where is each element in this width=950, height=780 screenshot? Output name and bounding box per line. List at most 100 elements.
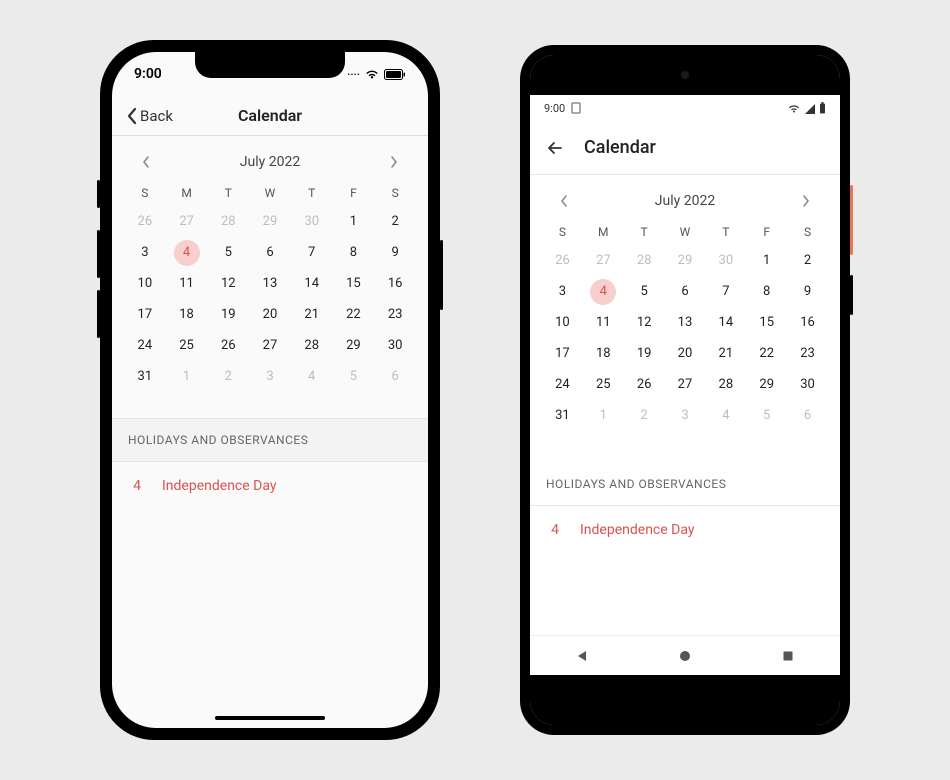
day-cell[interactable]: 28 [705,369,746,400]
day-cell[interactable]: 27 [665,369,706,400]
prev-month-button[interactable] [552,191,576,211]
day-cell[interactable]: 9 [374,237,416,268]
day-cell[interactable]: 3 [249,361,291,392]
day-cell[interactable]: 31 [124,361,166,392]
day-cell[interactable]: 25 [166,330,208,361]
day-cell[interactable]: 7 [291,237,333,268]
day-cell[interactable]: 23 [374,299,416,330]
day-cell[interactable]: 8 [746,276,787,307]
day-cell[interactable]: 14 [705,307,746,338]
day-cell[interactable]: 30 [787,369,828,400]
day-cell[interactable]: 11 [166,268,208,299]
day-cell[interactable]: 4 [166,237,208,268]
back-button[interactable] [546,139,564,157]
back-button[interactable]: Back [126,107,173,125]
prev-month-button[interactable] [134,152,158,172]
day-cell[interactable]: 2 [624,400,665,431]
day-cell[interactable]: 3 [542,276,583,307]
day-cell[interactable]: 15 [746,307,787,338]
day-cell[interactable]: 20 [249,299,291,330]
day-cell[interactable]: 4 [291,361,333,392]
day-cell[interactable]: 26 [207,330,249,361]
day-cell[interactable]: 18 [166,299,208,330]
day-cell[interactable]: 6 [249,237,291,268]
day-cell[interactable]: 27 [166,206,208,237]
chevron-left-icon [126,107,138,125]
home-indicator[interactable] [215,716,325,720]
day-cell[interactable]: 6 [374,361,416,392]
day-cell[interactable]: 30 [291,206,333,237]
day-cell[interactable]: 6 [787,400,828,431]
day-cell[interactable]: 20 [665,338,706,369]
day-cell[interactable]: 15 [333,268,375,299]
day-cell[interactable]: 23 [787,338,828,369]
day-cell[interactable]: 21 [705,338,746,369]
day-cell[interactable]: 19 [207,299,249,330]
day-cell[interactable]: 5 [746,400,787,431]
day-of-week-row: SMTWTFS [124,180,416,206]
day-cell[interactable]: 29 [249,206,291,237]
day-cell[interactable]: 25 [583,369,624,400]
next-month-button[interactable] [794,191,818,211]
day-cell[interactable]: 3 [665,400,706,431]
nav-home-button[interactable] [678,649,692,663]
day-cell[interactable]: 29 [665,245,706,276]
day-cell[interactable]: 10 [542,307,583,338]
day-cell[interactable]: 17 [542,338,583,369]
day-cell[interactable]: 12 [207,268,249,299]
day-cell[interactable]: 21 [291,299,333,330]
day-cell[interactable]: 10 [124,268,166,299]
day-cell[interactable]: 1 [333,206,375,237]
day-cell[interactable]: 24 [542,369,583,400]
day-cell[interactable]: 26 [124,206,166,237]
day-cell[interactable]: 2 [374,206,416,237]
day-cell[interactable]: 27 [249,330,291,361]
day-cell[interactable]: 1 [583,400,624,431]
day-cell[interactable]: 22 [333,299,375,330]
day-of-week-row: SMTWTFS [542,219,828,245]
day-cell[interactable]: 29 [333,330,375,361]
day-cell[interactable]: 12 [624,307,665,338]
holiday-item[interactable]: 4Independence Day [530,506,840,554]
next-month-button[interactable] [382,152,406,172]
day-cell[interactable]: 8 [333,237,375,268]
day-cell[interactable]: 11 [583,307,624,338]
day-cell[interactable]: 31 [542,400,583,431]
day-cell[interactable]: 6 [665,276,706,307]
day-cell[interactable]: 9 [787,276,828,307]
day-cell[interactable]: 2 [787,245,828,276]
day-cell[interactable]: 28 [624,245,665,276]
day-cell[interactable]: 13 [665,307,706,338]
day-cell[interactable]: 3 [124,237,166,268]
day-cell[interactable]: 28 [291,330,333,361]
day-cell[interactable]: 26 [542,245,583,276]
day-cell[interactable]: 28 [207,206,249,237]
holiday-item[interactable]: 4Independence Day [112,462,428,510]
day-cell[interactable]: 7 [705,276,746,307]
day-cell[interactable]: 14 [291,268,333,299]
day-cell[interactable]: 5 [333,361,375,392]
day-cell[interactable]: 27 [583,245,624,276]
day-cell[interactable]: 26 [624,369,665,400]
day-cell[interactable]: 18 [583,338,624,369]
day-cell[interactable]: 5 [207,237,249,268]
day-cell[interactable]: 16 [374,268,416,299]
day-cell[interactable]: 4 [583,276,624,307]
day-cell[interactable]: 5 [624,276,665,307]
day-cell[interactable]: 24 [124,330,166,361]
day-cell[interactable]: 1 [166,361,208,392]
day-cell[interactable]: 22 [746,338,787,369]
day-cell[interactable]: 2 [207,361,249,392]
day-cell[interactable]: 13 [249,268,291,299]
day-cell[interactable]: 19 [624,338,665,369]
day-cell[interactable]: 30 [705,245,746,276]
day-cell[interactable]: 29 [746,369,787,400]
week-row: 10111213141516 [542,307,828,338]
day-cell[interactable]: 4 [705,400,746,431]
nav-recents-button[interactable] [781,649,795,663]
day-cell[interactable]: 17 [124,299,166,330]
day-cell[interactable]: 16 [787,307,828,338]
day-cell[interactable]: 30 [374,330,416,361]
nav-back-button[interactable] [575,649,589,663]
day-cell[interactable]: 1 [746,245,787,276]
